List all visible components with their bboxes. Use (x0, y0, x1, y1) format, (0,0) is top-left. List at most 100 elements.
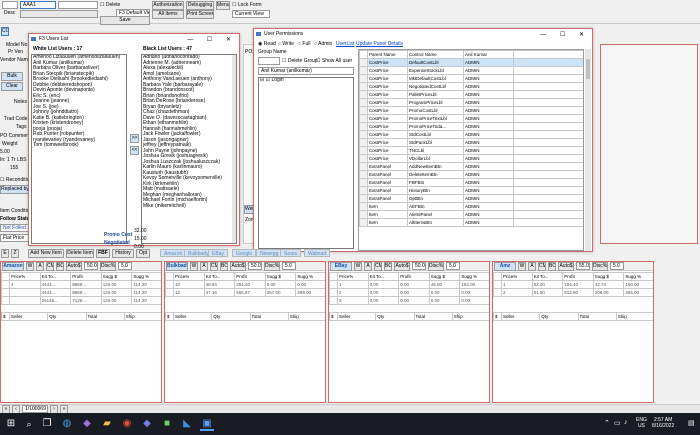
row-header-cell[interactable] (359, 74, 368, 83)
all-items-button[interactable]: All Items (152, 10, 184, 19)
panel-toolbar-item[interactable]: W (354, 262, 362, 271)
table-row[interactable]: 2 51.50 513.90 208.00 255.00 (493, 288, 653, 297)
panel-name-button[interactable]: Bulkbady (166, 262, 188, 271)
panel-toolbar-item[interactable]: 5.0 (118, 262, 132, 270)
network-icon[interactable]: ▭ (614, 419, 621, 427)
table-cell[interactable]: CostPrice (367, 58, 408, 67)
table-row[interactable]: CostPrice MktDefaultCostLbl ADMIN (359, 74, 583, 83)
row-header-cell[interactable] (329, 280, 338, 289)
market-tab[interactable]: Walmart (304, 249, 331, 257)
table-cell[interactable]: ADMIN (463, 202, 514, 211)
panel-name-button[interactable]: EBay (330, 262, 352, 271)
table-cell[interactable]: 45.00 (428, 280, 461, 289)
table-cell[interactable]: ADMIN (463, 106, 514, 115)
table-cell[interactable]: 7126... (70, 296, 102, 305)
volume-icon[interactable]: ♪ (624, 419, 628, 426)
price-column-header[interactable]: Sugg % (131, 272, 161, 281)
panel-toolbar-item[interactable]: CM (538, 262, 546, 271)
table-cell[interactable]: AlertsPanel (407, 210, 464, 219)
price-column-header[interactable]: Price% (501, 272, 533, 281)
table-cell[interactable]: 0.00 (367, 280, 400, 289)
table-cell[interactable]: Item (367, 202, 408, 211)
menu-button[interactable]: Menu (216, 1, 230, 10)
seller-column-header[interactable]: $ (165, 312, 174, 321)
price-column-header[interactable]: Profit (398, 272, 430, 281)
table-row[interactable]: CostPrice PromoCostLbl ADMIN (359, 106, 583, 115)
row-header-cell[interactable] (359, 186, 368, 195)
table-cell[interactable]: FBFBtn (407, 178, 464, 187)
edge-icon[interactable]: ◍ (60, 417, 74, 431)
table-cell[interactable]: DefaultCostLbl (407, 58, 464, 67)
table-cell[interactable]: ADMIN (463, 114, 514, 123)
table-cell[interactable]: AltItemsBtn (407, 218, 464, 227)
follow-status-select[interactable]: Not Folled (0, 224, 30, 232)
table-cell[interactable]: CostPrice (367, 66, 408, 75)
radio-admin[interactable]: ○ Admin (314, 41, 332, 47)
price-column-header[interactable]: Sugg $ (428, 272, 461, 281)
table-row[interactable]: CostPrice StdPackLbl ADMIN (359, 138, 583, 147)
table-cell[interactable]: 4444... (39, 288, 72, 297)
seller-column-header[interactable]: Seller (500, 312, 541, 321)
table-cell[interactable]: ADMIN (463, 66, 514, 75)
print-screen-button[interactable]: Print Screen (186, 10, 214, 19)
language-indicator[interactable]: ENG US (636, 417, 647, 429)
price-column-header[interactable]: Sugg % (295, 272, 325, 281)
table-cell[interactable]: ADMIN (463, 130, 514, 139)
save-button[interactable]: Save (100, 16, 150, 25)
table-cell[interactable]: ADMIN (463, 218, 514, 227)
co-button[interactable]: CO (1, 27, 9, 36)
table-row[interactable]: Item AlertsPanel ADMIN (359, 210, 583, 219)
debugging-button[interactable]: Debugging (186, 1, 214, 10)
table-cell[interactable]: StdCostLbl (407, 130, 464, 139)
panel-toolbar-item[interactable]: CM (374, 262, 382, 271)
table-cell[interactable]: 192.00 (459, 280, 489, 289)
table-cell[interactable]: 0.00 (398, 288, 430, 297)
table-cell[interactable]: DeleteItemBtn (407, 170, 464, 179)
table-cell[interactable]: CostPrice (367, 130, 408, 139)
table-cell[interactable]: 114.30 (131, 296, 161, 305)
add-new-item-tab[interactable]: Add New Item (28, 249, 64, 258)
user-list-item[interactable]: Mike (mikemitchell) (142, 203, 236, 210)
table-cell[interactable]: ADMIN (463, 74, 514, 83)
price-column-header[interactable]: Kit To... (203, 272, 236, 281)
row-header-cell[interactable] (359, 146, 368, 155)
market-tab[interactable]: Amazon (160, 249, 187, 257)
row-header-cell[interactable] (359, 66, 368, 75)
row-header-cell[interactable] (493, 288, 502, 297)
table-cell[interactable]: CostPrice (367, 114, 408, 123)
table-row[interactable]: Item AEFBtn ADMIN (359, 202, 583, 211)
table-row[interactable]: CostPrice PalletPriceLbl ADMIN (359, 90, 583, 99)
price-column-header[interactable]: Price% (173, 272, 205, 281)
table-cell[interactable]: ADMIN (463, 82, 514, 91)
row-header-cell[interactable] (165, 288, 174, 297)
panel-toolbar-item[interactable]: BO (56, 262, 64, 271)
search-box[interactable]: ⌕ (22, 417, 36, 431)
seller-column-header[interactable]: Qty (211, 312, 251, 321)
table-cell[interactable]: ADMIN (463, 98, 514, 107)
table-cell[interactable]: ProgramPriceLbl (407, 98, 464, 107)
table-cell[interactable]: 47.16 (203, 288, 236, 297)
task-view-icon[interactable]: ❐ (40, 417, 54, 431)
panel-toolbar-item[interactable]: 50.00 (84, 262, 98, 270)
row-header-cell[interactable] (493, 280, 502, 289)
panel-toolbar-item[interactable]: 50.00 (248, 262, 262, 270)
table-cell[interactable]: 120.00 (100, 288, 133, 297)
table-cell[interactable]: NegotiatedCostLbl (407, 82, 464, 91)
table-cell[interactable]: ADMIN (463, 210, 514, 219)
price-column-header[interactable]: Kit To... (39, 272, 72, 281)
panel-toolbar-item[interactable]: BO (384, 262, 392, 271)
table-cell[interactable]: PromoCostLbl (407, 106, 464, 115)
replaced-by-button[interactable]: Replaced by (0, 185, 30, 194)
panel-toolbar-item[interactable]: Auto$ (394, 262, 410, 271)
table-row[interactable]: 2 0.00 0.00 0.00 0.00 (329, 288, 489, 297)
clear-button[interactable]: Clear (1, 82, 23, 91)
row-header-cell[interactable] (359, 178, 368, 187)
permission-tree[interactable]: ⊟ ☑ Login (258, 77, 354, 249)
current-view-select[interactable]: Current View (232, 10, 270, 18)
table-row[interactable]: CostPrice ExpenseStockLbl ADMIN (359, 66, 583, 75)
seller-column-header[interactable]: Seller (336, 312, 377, 321)
user-list-item[interactable]: Tom (tomweetbrook) (32, 142, 126, 149)
table-cell[interactable]: 0.00 (398, 280, 430, 289)
table-cell[interactable]: 2 (337, 288, 369, 297)
table-cell[interactable]: 160.00 (623, 280, 653, 289)
